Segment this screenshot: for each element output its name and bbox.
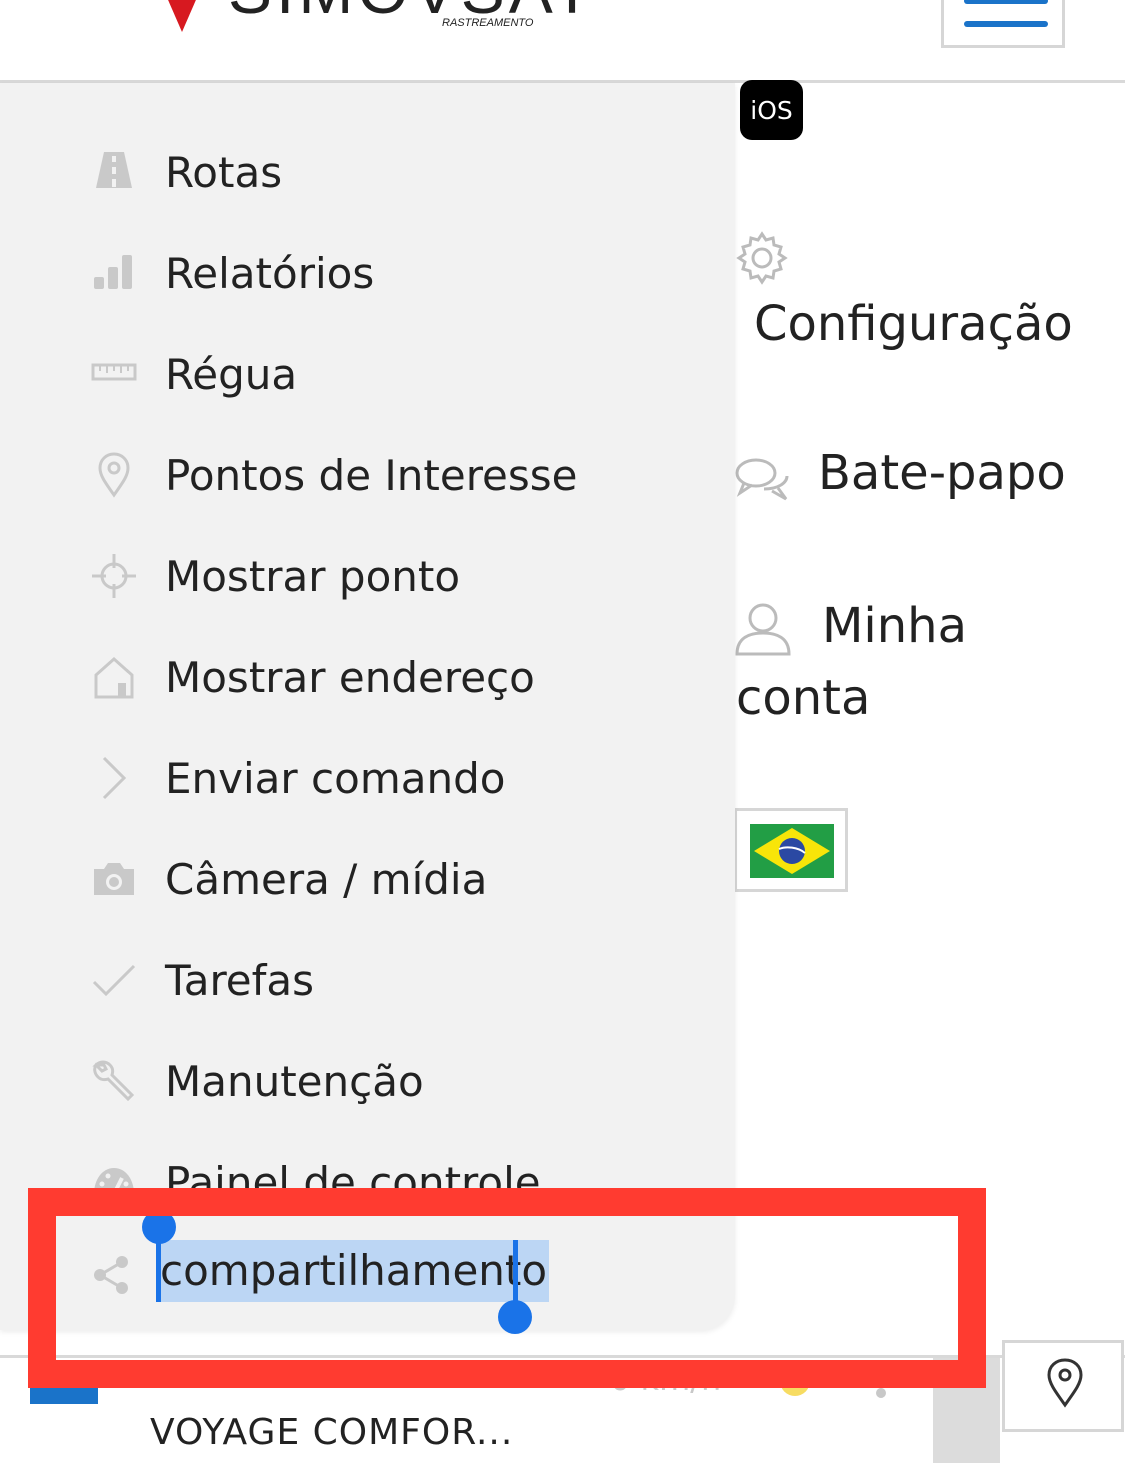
logo-pin-icon — [168, 0, 196, 32]
user-icon — [735, 603, 791, 656]
menu-label-rotas: Rotas — [165, 148, 283, 197]
road-icon — [96, 152, 132, 188]
check-icon — [92, 964, 136, 997]
menu-label-mostrar-ponto: Mostrar ponto — [165, 552, 461, 601]
menu-item-relatorios[interactable]: Relatórios — [0, 229, 735, 319]
menu-item-manutencao[interactable]: Manutenção — [0, 1037, 735, 1127]
menu-item-camera-midia[interactable]: Câmera / mídia — [0, 835, 735, 925]
bar-chart-icon — [94, 255, 132, 289]
menu-icon-bar — [964, 21, 1048, 27]
status-dot — [876, 1388, 886, 1398]
menu-label-tarefas: Tarefas — [165, 956, 315, 1005]
account-link-line2[interactable]: conta — [736, 670, 870, 726]
brazil-flag-icon — [750, 824, 834, 878]
chat-link[interactable]: Bate-papo — [818, 445, 1066, 501]
map-pin-icon — [98, 452, 130, 498]
chat-icon — [735, 458, 789, 501]
menu-label-pontos-de-interesse: Pontos de Interesse — [165, 451, 578, 500]
wrench-icon — [92, 1060, 135, 1102]
camera-icon — [94, 863, 134, 895]
menu-item-enviar-comando[interactable]: Enviar comando — [0, 734, 735, 824]
menu-item-mostrar-endereco[interactable]: Mostrar endereço — [0, 633, 735, 723]
menu-label-regua: Régua — [165, 350, 298, 399]
account-link[interactable]: Minha — [822, 598, 967, 654]
ios-app-badge[interactable]: iOS — [740, 80, 803, 140]
chevron-right-icon — [102, 756, 127, 800]
menu-item-mostrar-ponto[interactable]: Mostrar ponto — [0, 532, 735, 622]
menu-item-tarefas[interactable]: Tarefas — [0, 936, 735, 1026]
menu-label-camera-midia: Câmera / mídia — [165, 855, 488, 904]
home-icon — [94, 656, 134, 699]
map-pin-icon — [1047, 1358, 1083, 1408]
menu-item-pontos-de-interesse[interactable]: Pontos de Interesse — [0, 431, 735, 521]
highlight-annotation-box — [28, 1188, 986, 1388]
settings-link[interactable]: Configuração — [754, 296, 1073, 352]
menu-label-manutencao: Manutenção — [165, 1057, 424, 1106]
menu-item-rotas[interactable]: Rotas — [0, 128, 735, 218]
side-drawer: Rotas Relatórios Régua Pontos de Interes… — [0, 83, 735, 1330]
language-selector[interactable] — [734, 808, 848, 892]
menu-item-regua[interactable]: Régua — [0, 330, 735, 420]
gear-icon — [736, 231, 788, 285]
menu-label-mostrar-endereco: Mostrar endereço — [165, 653, 535, 702]
menu-label-enviar-comando: Enviar comando — [165, 754, 506, 803]
locate-on-map-button[interactable] — [1002, 1340, 1124, 1432]
logo-text: SIMOVSAT — [228, 0, 596, 28]
top-header: SIMOVSAT RASTREAMENTO — [0, 0, 1125, 83]
logo-subtitle: RASTREAMENTO — [442, 17, 534, 29]
crosshair-icon — [92, 554, 136, 598]
logo[interactable]: SIMOVSAT RASTREAMENTO — [160, 0, 592, 40]
ruler-icon — [91, 363, 137, 381]
hamburger-menu-button[interactable] — [941, 0, 1065, 48]
vehicle-name[interactable]: VOYAGE COMFOR... — [150, 1412, 513, 1453]
menu-label-relatorios: Relatórios — [165, 249, 375, 298]
menu-icon-bar — [964, 0, 1048, 4]
